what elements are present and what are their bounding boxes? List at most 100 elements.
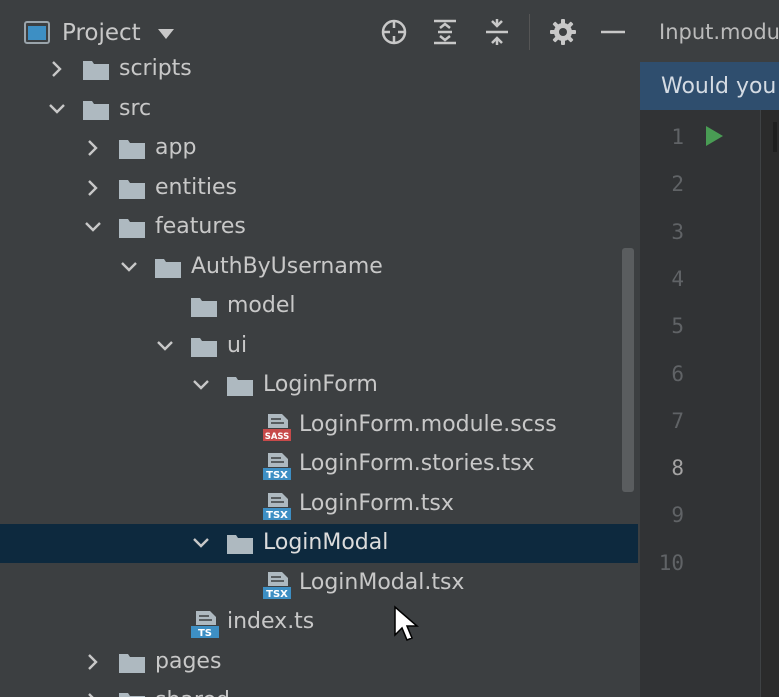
svg-text:TSX: TSX: [266, 510, 288, 521]
ide-window: Project scripts src app entities feature…: [0, 0, 779, 697]
line-number: 6: [671, 361, 684, 386]
run-icon[interactable]: [704, 125, 724, 147]
tree-row-loginform[interactable]: LoginForm: [0, 366, 638, 405]
chevron-down-icon[interactable]: [47, 99, 67, 119]
chevron-down-icon[interactable]: [191, 533, 211, 553]
settings-button[interactable]: [548, 17, 578, 47]
expand-all-button[interactable]: [430, 17, 460, 47]
project-pane-title[interactable]: Project: [62, 18, 141, 48]
code-area[interactable]: [773, 122, 777, 152]
locate-button[interactable]: [379, 17, 409, 47]
project-window-icon[interactable]: [24, 21, 50, 44]
header-divider: [529, 14, 530, 50]
collapse-all-button[interactable]: [482, 17, 512, 47]
folder-icon: [119, 693, 145, 697]
chevron-right-icon[interactable]: [83, 178, 103, 198]
expand-all-icon: [434, 19, 456, 45]
line-number: 5: [671, 314, 684, 339]
tree-item-label: entities: [155, 174, 237, 200]
svg-text:TSX: TSX: [266, 589, 288, 600]
tree-item-label: LoginModal.tsx: [299, 569, 465, 595]
line-number: 2: [671, 172, 684, 197]
tree-row-loginform-stories-tsx[interactable]: TSX LoginForm.stories.tsx: [0, 445, 638, 484]
tree-item-label: LoginForm: [263, 372, 378, 397]
folder-icon: [119, 140, 145, 159]
tsx-file-icon: TSX: [263, 571, 291, 600]
gear-icon: [550, 19, 576, 45]
tree-item-label: LoginForm.tsx: [299, 490, 454, 516]
tree-row-authbyusername[interactable]: AuthByUsername: [0, 248, 638, 287]
tree-item-label: ui: [227, 332, 248, 358]
tree-row-model[interactable]: model: [0, 287, 638, 326]
chevron-right-icon[interactable]: [83, 691, 103, 697]
tree-row-loginmodal-tsx[interactable]: TSX LoginModal.tsx: [0, 564, 638, 603]
tree-item-label: AuthByUsername: [191, 253, 383, 279]
tree-row-app[interactable]: app: [0, 129, 638, 168]
line-number-gutter: 1 2 3 4 5 6 7 8 9 10: [640, 110, 760, 697]
collapse-all-icon: [486, 19, 508, 45]
folder-icon: [83, 100, 109, 120]
tree-row-shared[interactable]: shared: [0, 682, 638, 697]
editor-tab[interactable]: Input.module.scss: [659, 18, 779, 46]
tree-row-loginform-module-scss[interactable]: SASS LoginForm.module.scss: [0, 406, 638, 445]
tree-row-loginmodal[interactable]: LoginModal: [0, 524, 638, 563]
folder-icon: [155, 258, 181, 278]
tree-scrollbar[interactable]: [622, 248, 634, 492]
tree-item-label: model: [227, 293, 296, 318]
mouse-cursor-icon: [394, 605, 419, 641]
line-number: 7: [671, 408, 684, 433]
chevron-down-icon[interactable]: [157, 28, 175, 40]
folder-icon: [227, 377, 253, 396]
minimize-icon: [601, 30, 625, 34]
tree-row-scripts[interactable]: scripts: [0, 50, 638, 89]
folder-icon: [191, 298, 217, 317]
locate-icon: [381, 19, 407, 45]
chevron-down-icon[interactable]: [119, 257, 139, 277]
chevron-down-icon[interactable]: [83, 217, 103, 237]
svg-text:SASS: SASS: [265, 432, 290, 442]
folder-icon: [119, 219, 145, 238]
chevron-down-icon[interactable]: [191, 375, 211, 395]
folder-icon: [227, 535, 253, 554]
tree-row-src[interactable]: src: [0, 90, 638, 129]
svg-text:TSX: TSX: [266, 470, 288, 481]
notification-banner: Would you like to install: [640, 62, 779, 110]
tsx-file-icon: TSX: [263, 492, 291, 521]
tree-item-label: shared: [155, 686, 230, 697]
line-number: 1: [671, 125, 684, 149]
gutter-divider: [760, 110, 761, 697]
minimize-button[interactable]: [598, 17, 628, 47]
chevron-right-icon[interactable]: [83, 652, 103, 672]
tsx-file-icon: TSX: [263, 453, 291, 481]
line-number: 10: [658, 550, 684, 575]
chevron-down-icon[interactable]: [155, 336, 175, 356]
tree-row-ui[interactable]: ui: [0, 327, 638, 366]
tree-item-label: src: [119, 95, 152, 121]
project-tool-window: Project scripts src app entities feature…: [0, 0, 638, 697]
banner-message: Would you like to install: [661, 74, 779, 99]
folder-icon: [119, 179, 145, 199]
chevron-right-icon[interactable]: [83, 138, 103, 158]
folder-icon: [119, 653, 145, 673]
editor-area: Input.module.scss Would you like to inst…: [640, 0, 779, 697]
line-number: 9: [671, 503, 684, 528]
editor-tab-bar: Input.module.scss: [640, 0, 779, 63]
tree-row-features[interactable]: features: [0, 208, 638, 247]
tree-row-loginform-tsx[interactable]: TSX LoginForm.tsx: [0, 485, 638, 524]
tree-row-index-ts[interactable]: TS index.ts: [0, 603, 638, 642]
folder-icon: [83, 61, 109, 80]
tree-item-label: index.ts: [227, 609, 315, 634]
svg-text:TS: TS: [198, 628, 212, 639]
tree-row-entities[interactable]: entities: [0, 169, 638, 208]
tree-item-label: pages: [155, 648, 222, 674]
tree-item-label: app: [155, 135, 197, 160]
tree-item-label: LoginModal: [263, 530, 389, 555]
folder-icon: [191, 337, 217, 357]
ts-file-icon: TS: [191, 611, 219, 639]
line-number: 3: [671, 219, 684, 244]
tree-item-label: LoginForm.stories.tsx: [299, 451, 535, 476]
sass-file-icon: SASS: [263, 413, 291, 442]
chevron-right-icon[interactable]: [47, 59, 67, 79]
tree-row-pages[interactable]: pages: [0, 643, 638, 682]
tree-item-label: scripts: [119, 56, 192, 81]
